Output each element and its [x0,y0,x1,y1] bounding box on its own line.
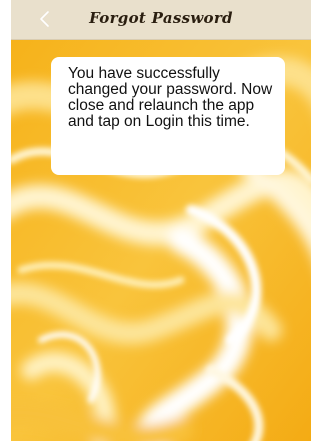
forgot-password-screen: Forgot Password You have successfully ch… [0,0,311,441]
page-title: Forgot Password [89,9,233,27]
success-message: You have successfully changed your passw… [68,65,273,130]
success-message-card: You have successfully changed your passw… [51,57,285,175]
title-bar: Forgot Password [11,0,311,40]
